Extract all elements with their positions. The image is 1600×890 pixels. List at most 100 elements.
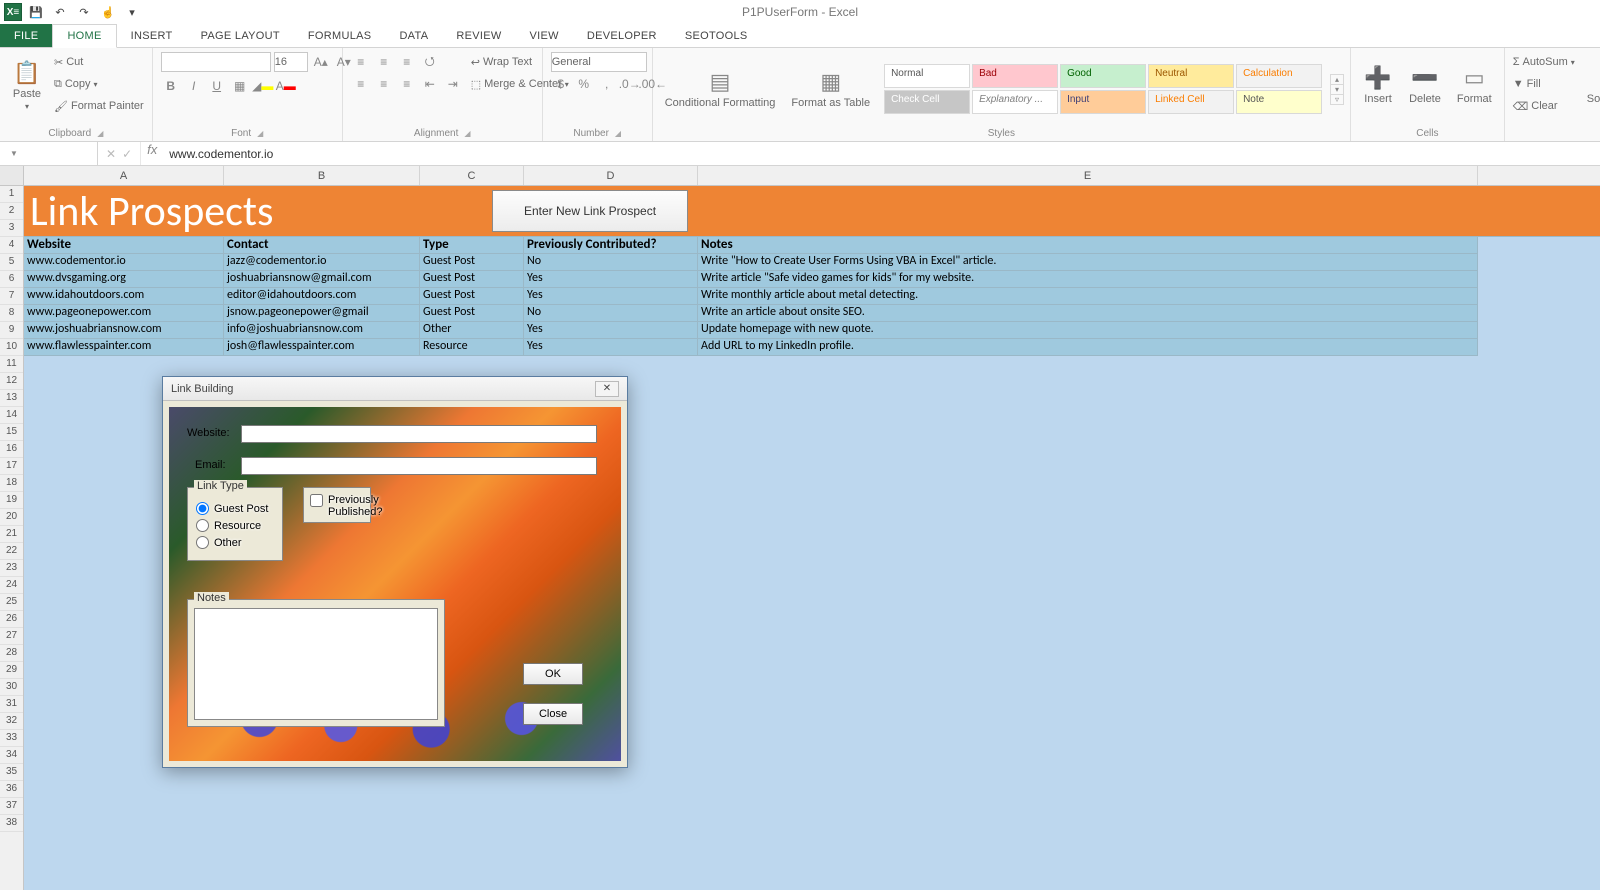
tab-seotools[interactable]: SEOTOOLS (671, 24, 762, 47)
fill-color-button[interactable]: ◢▬ (253, 76, 273, 96)
indent-decrease-icon[interactable]: ⇤ (420, 74, 440, 94)
underline-button[interactable]: U (207, 76, 227, 96)
cell[interactable]: Yes (524, 271, 698, 288)
format-painter-button[interactable]: 🖌Format Painter (52, 96, 146, 116)
tab-developer[interactable]: DEVELOPER (573, 24, 671, 47)
row-header[interactable]: 12 (0, 373, 23, 390)
header-type[interactable]: Type (420, 237, 524, 254)
row-header[interactable]: 32 (0, 713, 23, 730)
tab-page-layout[interactable]: PAGE LAYOUT (187, 24, 294, 47)
row-header[interactable]: 17 (0, 458, 23, 475)
row-header[interactable]: 35 (0, 764, 23, 781)
font-color-button[interactable]: A▬ (276, 76, 296, 96)
header-notes[interactable]: Notes (698, 237, 1478, 254)
row-header[interactable]: 13 (0, 390, 23, 407)
cell[interactable]: Write article "Safe video games for kids… (698, 271, 1478, 288)
align-left-icon[interactable]: ≡ (351, 74, 371, 94)
font-size-combo[interactable] (274, 52, 308, 72)
cell[interactable]: editor@idahoutdoors.com (224, 288, 420, 305)
col-header-d[interactable]: D (524, 166, 698, 185)
border-button[interactable]: ▦ (230, 76, 250, 96)
row-header[interactable]: 10 (0, 339, 23, 356)
align-middle-icon[interactable]: ≡ (374, 52, 394, 72)
header-website[interactable]: Website (24, 237, 224, 254)
row-header[interactable]: 5 (0, 254, 23, 271)
cancel-formula-icon[interactable]: ✕ (106, 147, 116, 161)
style-linked-cell[interactable]: Linked Cell (1148, 90, 1234, 114)
cell[interactable]: josh@flawlesspainter.com (224, 339, 420, 356)
style-neutral[interactable]: Neutral (1148, 64, 1234, 88)
style-explanatory[interactable]: Explanatory ... (972, 90, 1058, 114)
cell[interactable]: info@joshuabriansnow.com (224, 322, 420, 339)
header-contact[interactable]: Contact (224, 237, 420, 254)
tab-review[interactable]: REVIEW (442, 24, 515, 47)
cell[interactable]: Guest Post (420, 305, 524, 322)
cell[interactable]: Write an article about onsite SEO. (698, 305, 1478, 322)
align-bottom-icon[interactable]: ≡ (397, 52, 417, 72)
tab-insert[interactable]: INSERT (117, 24, 187, 47)
table-row[interactable]: www.dvsgaming.orgjoshuabriansnow@gmail.c… (24, 271, 1600, 288)
copy-button[interactable]: ⧉Copy▾ (52, 74, 146, 94)
fx-icon[interactable]: fx (141, 142, 163, 165)
select-all-corner[interactable] (0, 166, 24, 185)
fill-button[interactable]: ▼Fill (1511, 74, 1577, 94)
comma-icon[interactable]: , (597, 74, 617, 94)
row-header[interactable]: 7 (0, 288, 23, 305)
row-header[interactable]: 27 (0, 628, 23, 645)
increase-font-icon[interactable]: A▴ (311, 52, 331, 72)
save-icon[interactable]: 💾 (26, 2, 46, 22)
row-header[interactable]: 8 (0, 305, 23, 322)
row-header[interactable]: 6 (0, 271, 23, 288)
cell[interactable]: Resource (420, 339, 524, 356)
notes-textarea[interactable] (194, 608, 438, 720)
tab-file[interactable]: FILE (0, 24, 52, 47)
paste-button[interactable]: 📋 Paste▾ (6, 52, 48, 118)
row-header[interactable]: 26 (0, 611, 23, 628)
row-header[interactable]: 16 (0, 441, 23, 458)
row-header[interactable]: 25 (0, 594, 23, 611)
empty-row[interactable] (24, 815, 1600, 832)
row-header[interactable]: 30 (0, 679, 23, 696)
ok-button[interactable]: OK (523, 663, 583, 685)
row-header[interactable]: 34 (0, 747, 23, 764)
tab-formulas[interactable]: FORMULAS (294, 24, 386, 47)
style-check-cell[interactable]: Check Cell (884, 90, 970, 114)
delete-cells-button[interactable]: ➖Delete (1403, 52, 1447, 118)
radio-other[interactable]: Other (196, 536, 274, 549)
cell[interactable]: jazz@codementor.io (224, 254, 420, 271)
cell[interactable]: www.flawlesspainter.com (24, 339, 224, 356)
align-right-icon[interactable]: ≡ (397, 74, 417, 94)
row-header[interactable]: 14 (0, 407, 23, 424)
undo-icon[interactable]: ↶ (50, 2, 70, 22)
row-header[interactable]: 24 (0, 577, 23, 594)
cell[interactable]: Yes (524, 322, 698, 339)
style-input[interactable]: Input (1060, 90, 1146, 114)
bold-button[interactable]: B (161, 76, 181, 96)
cell[interactable]: No (524, 305, 698, 322)
style-calculation[interactable]: Calculation (1236, 64, 1322, 88)
row-header[interactable]: 28 (0, 645, 23, 662)
chevron-down-icon[interactable]: ▼ (10, 149, 18, 158)
col-header-a[interactable]: A (24, 166, 224, 185)
tab-data[interactable]: DATA (385, 24, 442, 47)
table-row[interactable]: www.codementor.iojazz@codementor.ioGuest… (24, 254, 1600, 271)
table-row[interactable]: www.joshuabriansnow.cominfo@joshuabrians… (24, 322, 1600, 339)
previously-published-checkbox[interactable]: Previously Published? (304, 488, 370, 524)
radio-guest-post[interactable]: Guest Post (196, 502, 274, 515)
row-header[interactable]: 15 (0, 424, 23, 441)
row-header[interactable]: 31 (0, 696, 23, 713)
row-header[interactable]: 29 (0, 662, 23, 679)
cell[interactable]: www.pageonepower.com (24, 305, 224, 322)
table-row[interactable]: www.idahoutdoors.comeditor@idahoutdoors.… (24, 288, 1600, 305)
row-header[interactable]: 21 (0, 526, 23, 543)
row-header[interactable]: 38 (0, 815, 23, 832)
row-header[interactable]: 9 (0, 322, 23, 339)
empty-row[interactable] (24, 356, 1600, 373)
italic-button[interactable]: I (184, 76, 204, 96)
redo-icon[interactable]: ↷ (74, 2, 94, 22)
table-row[interactable]: www.pageonepower.comjsnow.pageonepower@g… (24, 305, 1600, 322)
number-format-combo[interactable] (551, 52, 647, 72)
align-top-icon[interactable]: ≡ (351, 52, 371, 72)
row-header[interactable]: 19 (0, 492, 23, 509)
insert-cells-button[interactable]: ➕Insert (1357, 52, 1399, 118)
